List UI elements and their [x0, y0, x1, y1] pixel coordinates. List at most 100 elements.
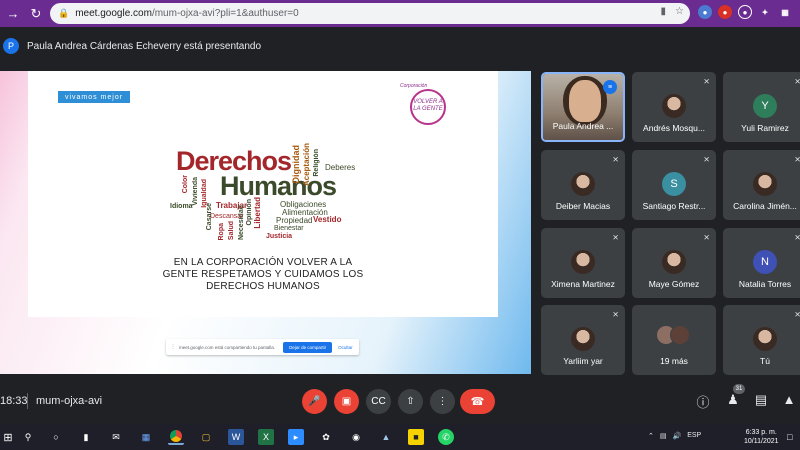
app-icon[interactable]: ✿ — [318, 429, 334, 445]
word-vivienda: Vivienda — [192, 177, 199, 206]
task-view-icon[interactable]: ▮ — [78, 429, 94, 445]
store-icon[interactable]: ▦ — [138, 429, 154, 445]
keyboard-language[interactable]: ESP — [687, 432, 701, 440]
folder-icon[interactable]: ▢ — [198, 429, 214, 445]
url-text: meet.google.com/mum-ojxa-avi?pli=1&authu… — [75, 8, 299, 19]
word-ropa: Ropa — [218, 223, 225, 241]
people-icon[interactable]: ♟ — [724, 392, 742, 408]
avatar — [753, 327, 777, 351]
presenting-banner: P Paula Andrea Cárdenas Echeverry está p… — [0, 27, 800, 65]
activities-icon[interactable]: ▲ — [780, 392, 798, 407]
word-bienestar: Bienestar — [274, 225, 304, 232]
presentation-stage[interactable]: vivamos mejor Corporación VOLVER A LA GE… — [0, 71, 531, 374]
participant-tile[interactable]: ⨯ Yarliim yar — [541, 305, 625, 375]
avatar: N — [753, 250, 777, 274]
participant-tile[interactable]: ⨯ Ximena Martinez — [541, 228, 625, 298]
mic-off-icon: ⨯ — [612, 310, 619, 319]
participant-name: Carolina Jimén... — [733, 201, 797, 211]
end-call-button[interactable]: ☎ — [460, 389, 495, 414]
participant-tile[interactable]: ⨯ Andrés Mosqu... — [632, 72, 716, 142]
more-options-button[interactable]: ⋮ — [430, 389, 455, 414]
meet-window: → ↻ 🔒 meet.google.com/mum-ojxa-avi?pli=1… — [0, 0, 800, 450]
meeting-code: mum-ojxa-avi — [36, 395, 103, 407]
mic-off-icon: ⨯ — [612, 233, 619, 242]
mail-icon[interactable]: ✉ — [108, 429, 124, 445]
participant-name: Maye Gómez — [648, 279, 700, 289]
vivamos-mejor-logo: vivamos mejor — [58, 91, 130, 103]
chat-icon[interactable]: ▤ — [752, 392, 770, 408]
slide-caption-line: GENTE RESPETAMOS Y CUIDAMOS LOS — [162, 269, 364, 280]
divider — [27, 393, 28, 409]
participant-tile[interactable]: ⨯ Maye Gómez — [632, 228, 716, 298]
avatar-stack — [656, 325, 690, 345]
participant-tile[interactable]: ⨯ Y Yuli Ramirez — [723, 72, 800, 142]
menu-icon[interactable]: ▦ — [778, 5, 792, 19]
participant-tile[interactable]: ⨯ Deiber Macias — [541, 150, 625, 220]
present-button[interactable]: ⇧ — [398, 389, 423, 414]
sticky-notes-icon[interactable]: ■ — [408, 429, 424, 445]
participant-name: Andrés Mosqu... — [643, 123, 705, 133]
camera-off-button[interactable]: ▣ — [334, 389, 359, 414]
slide-caption: EN LA CORPORACIÓN VOLVER A LA GENTE RESP… — [138, 257, 388, 293]
word-deberes: Deberes — [325, 163, 356, 172]
reload-icon[interactable]: ↻ — [26, 4, 46, 24]
presenter-avatar: P — [3, 38, 19, 54]
start-icon[interactable]: ⊞ — [0, 429, 16, 445]
captions-button[interactable]: CC — [366, 389, 391, 414]
participant-name: Tú — [760, 356, 770, 366]
search-icon[interactable]: ⚲ — [20, 429, 36, 445]
microphone-off-button[interactable]: 🎤 — [302, 389, 327, 414]
word-idioma: Idioma — [170, 203, 193, 210]
excel-icon[interactable]: X — [258, 429, 274, 445]
more-participants-label: 19 más — [660, 356, 688, 366]
whatsapp-icon[interactable]: ✆ — [438, 429, 454, 445]
word-dignidad: Dignidad — [291, 145, 301, 184]
zoom-icon[interactable]: ▸ — [288, 429, 304, 445]
speaking-icon: ≡ — [603, 80, 617, 94]
clock[interactable]: 6:33 p. m. 10/11/2021 — [744, 428, 779, 446]
cortana-icon[interactable]: ○ — [48, 429, 64, 445]
word-icon[interactable]: W — [228, 429, 244, 445]
camera-icon[interactable]: ▮ — [661, 6, 667, 17]
clock-date: 10/11/2021 — [744, 438, 779, 445]
avatar — [571, 172, 595, 196]
word-aceptacion: Aceptación — [302, 143, 311, 187]
screen-share-bar: ⋮ meet.google.com está compartiendo tu p… — [166, 339, 359, 355]
info-icon[interactable]: ⓘ — [694, 392, 712, 411]
notification-icon[interactable]: □ — [787, 432, 792, 442]
hide-button[interactable]: Ocultar — [338, 345, 353, 350]
word-necesidad: Necesidad — [238, 205, 245, 241]
app-icon[interactable]: ◉ — [348, 429, 364, 445]
participant-name: Paula Andrea ... — [552, 121, 614, 131]
word-propiedad: Propiedad — [276, 216, 313, 225]
slide-caption-line: DERECHOS HUMANOS — [206, 281, 320, 292]
mic-off-icon: ⨯ — [703, 155, 710, 164]
network-icon[interactable]: ▤ — [660, 432, 667, 440]
mic-off-icon: ⨯ — [794, 155, 800, 164]
volume-icon[interactable]: 🔊 — [673, 432, 682, 440]
participant-name: Santiago Restr... — [642, 201, 706, 211]
forward-arrow-icon[interactable]: → — [3, 4, 23, 24]
app-icon[interactable]: ▲ — [378, 429, 394, 445]
lock-icon: 🔒 — [58, 8, 70, 18]
address-bar[interactable]: 🔒 meet.google.com/mum-ojxa-avi?pli=1&aut… — [50, 3, 690, 24]
stop-sharing-button[interactable]: Dejar de compartir — [283, 341, 333, 353]
participant-name: Yuli Ramirez — [741, 123, 789, 133]
chevron-up-icon[interactable]: ⌃ — [648, 432, 654, 440]
star-icon[interactable]: ☆ — [675, 6, 684, 17]
participant-tile[interactable]: ≡ Paula Andrea ... — [541, 72, 625, 142]
participant-tile[interactable]: ⨯ N Natalia Torres — [723, 228, 800, 298]
self-tile[interactable]: ⨯ Tú — [723, 305, 800, 375]
extension-icon[interactable]: ● — [738, 5, 752, 19]
participant-tile[interactable]: ⨯ S Santiago Restr... — [632, 150, 716, 220]
meeting-time: 18:33 — [0, 395, 28, 407]
puzzle-icon[interactable]: ✦ — [758, 5, 772, 19]
extension-icon[interactable]: ● — [698, 5, 712, 19]
system-tray: ⌃ ▤ 🔊 ESP — [648, 432, 701, 440]
drag-handle-icon[interactable]: ⋮ — [169, 344, 177, 350]
extension-icon[interactable]: ● — [718, 5, 732, 19]
chrome-icon[interactable] — [168, 429, 184, 445]
participant-tile[interactable]: ⨯ Carolina Jimén... — [723, 150, 800, 220]
more-participants-tile[interactable]: 19 más — [632, 305, 716, 375]
avatar — [571, 250, 595, 274]
